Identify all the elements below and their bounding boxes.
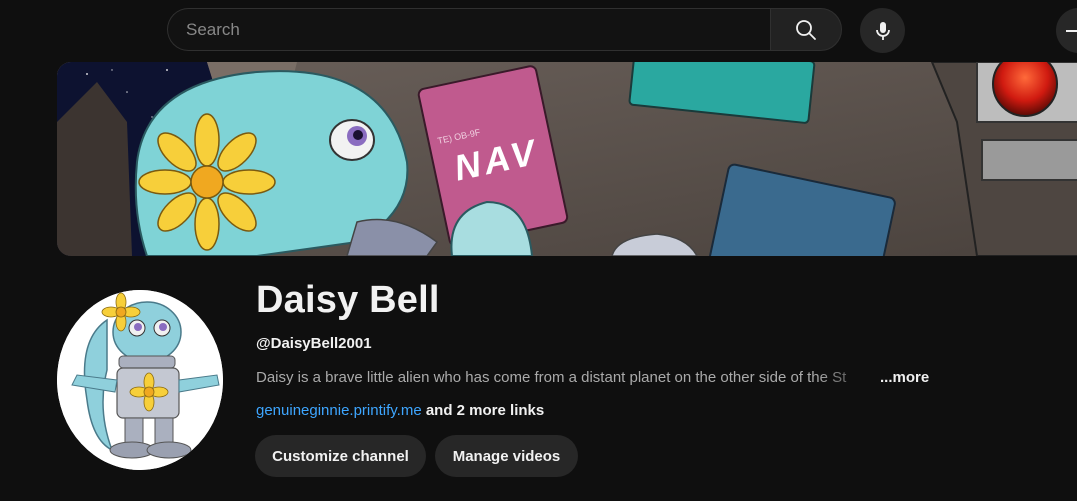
channel-description[interactable]: Daisy is a brave little alien who has co… [256,369,886,386]
description-more-link[interactable]: ...more [880,369,929,386]
channel-external-link[interactable]: genuineginnie.printify.me [256,402,422,419]
banner-illustration: TE) OB-9F NAV [57,62,1077,256]
search-button[interactable] [770,8,842,51]
manage-videos-button[interactable]: Manage videos [435,435,578,477]
create-button[interactable] [1056,8,1077,53]
customize-channel-button[interactable]: Customize channel [255,435,426,477]
avatar-illustration [57,290,223,470]
microphone-icon [875,21,890,40]
channel-avatar[interactable] [57,290,223,470]
search-box[interactable] [167,8,770,51]
plus-icon [1066,29,1077,32]
channel-page: TE) OB-9F NAV [0,0,1077,501]
voice-search-button[interactable] [860,8,905,53]
search-icon [796,19,816,40]
channel-banner: TE) OB-9F NAV [57,62,1077,256]
channel-links: genuineginnie.printify.me and 2 more lin… [256,402,544,419]
channel-name: Daisy Bell [256,279,440,321]
search-input[interactable] [168,18,770,41]
more-links-link[interactable]: and 2 more links [422,402,544,419]
channel-handle: @DaisyBell2001 [256,335,372,352]
